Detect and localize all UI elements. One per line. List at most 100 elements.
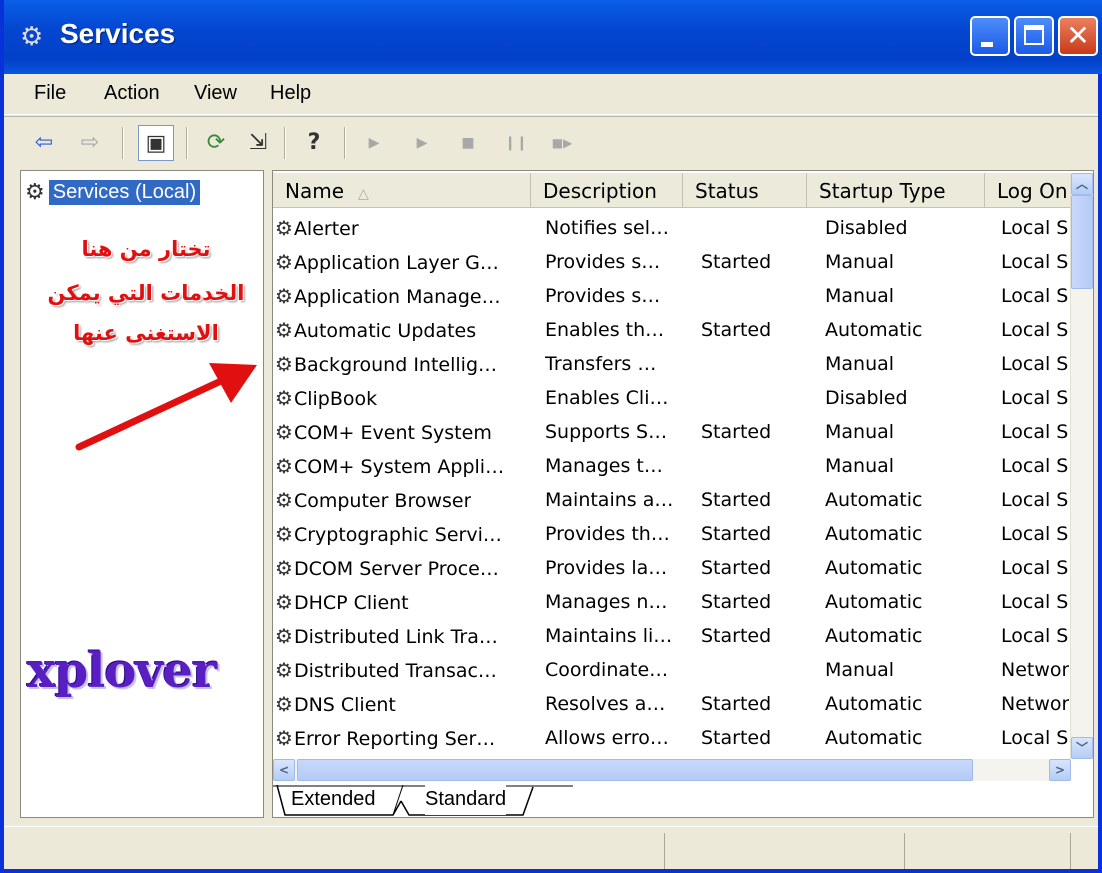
service-gear-icon: ⚙ [275,318,293,342]
row-description: Coordinate… [545,659,669,681]
refresh-button[interactable]: ⟳ [198,125,234,161]
restart-service-button[interactable]: ■▶ [544,125,580,161]
row-description: Transfers … [545,353,657,375]
column-header-description[interactable]: Description [531,173,683,207]
service-row[interactable]: ⚙Error Reporting Ser… Allows erro… Started… [273,721,1073,755]
scroll-left-button[interactable]: < [273,759,295,781]
row-description: Enables th… [545,319,665,341]
row-description: Allows erro… [545,727,669,749]
service-row[interactable]: ⚙Application Manage… Provides s… Manual Loc… [273,279,1073,313]
row-startup-type: Automatic [825,591,923,613]
row-startup-type: Automatic [825,319,923,341]
forward-button[interactable]: ⇨ [72,125,108,161]
service-row[interactable]: ⚙Alerter Notifies sel… Disabled Local S [273,211,1073,245]
row-description: Provides th… [545,523,670,545]
service-name-text: DHCP Client [293,592,409,614]
service-row[interactable]: ⚙DHCP Client Manages n… Started Automatic Lo… [273,585,1073,619]
content-area: ⚙ Services (Local) تختار من هنا الخدمات … [20,170,1094,818]
row-status: Started [701,251,772,273]
vertical-scrollbar[interactable]: ︿ ﹀ [1070,173,1093,759]
row-startup-type: Automatic [825,523,923,545]
toolbar-separator [344,127,346,159]
service-row[interactable]: ⚙COM+ Event System Supports S… Started Manu… [273,415,1073,449]
menu-help[interactable]: Help [270,82,311,105]
toolbar: ⇦ ⇨ ▣ ⟳ ⇲ ? ▶ ▶ ■ ❙❙ ■▶ [4,116,1098,171]
service-name-text: Computer Browser [293,490,472,512]
tab-standard[interactable]: Standard [425,785,507,815]
red-arrow-icon [75,363,257,451]
service-gear-icon: ⚙ [275,624,293,648]
row-log-on: Local S [1001,489,1069,511]
start-service-alt-button[interactable]: ▶ [404,125,440,161]
service-name-text: Cryptographic Servi… [293,524,502,546]
service-row[interactable]: ⚙DCOM Server Proce… Provides la… Started Au… [273,551,1073,585]
row-log-on: Local S [1001,353,1069,375]
tab-extended[interactable]: Extended [291,785,376,815]
row-description: Provides s… [545,285,661,307]
scroll-down-button[interactable]: ﹀ [1071,737,1093,759]
vertical-scroll-thumb[interactable] [1071,195,1093,289]
row-startup-type: Automatic [825,625,923,647]
column-header-label: Name [285,179,345,203]
row-startup-type: Manual [825,285,895,307]
scroll-right-button[interactable]: > [1049,759,1071,781]
toolbar-separator [284,127,286,159]
tree-item-services-local[interactable]: ⚙ Services (Local) [25,177,201,207]
row-status: Started [701,727,772,749]
column-header-name[interactable]: Name △ [273,173,531,207]
row-description: Maintains li… [545,625,673,647]
service-row[interactable]: ⚙Distributed Transac… Coordinate… Manual Ne… [273,653,1073,687]
menu-view[interactable]: View [194,82,237,105]
close-button[interactable]: ✕ [1058,16,1098,56]
row-status: Started [701,523,772,545]
column-header-startup-type[interactable]: Startup Type [807,173,985,207]
service-name-text: COM+ Event System [293,422,492,444]
pause-service-button[interactable]: ❙❙ [498,125,534,161]
row-log-on: Local S [1001,319,1069,341]
service-name-text: Automatic Updates [293,320,477,342]
row-status: Started [701,693,772,715]
column-header-status[interactable]: Status [683,173,807,207]
service-row[interactable]: ⚙DNS Client Resolves a… Started Automatic Ne… [273,687,1073,721]
export-list-button[interactable]: ⇲ [240,125,276,161]
row-startup-type: Automatic [825,693,923,715]
show-hide-console-tree-button[interactable]: ▣ [138,125,174,161]
service-row[interactable]: ⚙Automatic Updates Enables th… Started Auto… [273,313,1073,347]
title-bar[interactable]: ⚙ Services ✕ [4,0,1102,74]
stop-service-button[interactable]: ■ [450,125,486,161]
row-startup-type: Manual [825,251,895,273]
back-button[interactable]: ⇦ [26,125,62,161]
service-row[interactable]: ⚙Background Intellig… Transfers … Manual Lo… [273,347,1073,381]
row-log-on: Local S [1001,591,1069,613]
service-row[interactable]: ⚙Cryptographic Servi… Provides th… Started… [273,517,1073,551]
row-name: ⚙Alerter [275,211,359,245]
service-row[interactable]: ⚙ClipBook Enables Cli… Disabled Local S [273,381,1073,415]
scroll-up-button[interactable]: ︿ [1071,173,1093,195]
service-row[interactable]: ⚙Computer Browser Maintains a… Started Auto… [273,483,1073,517]
row-log-on: Local S [1001,455,1069,477]
service-gear-icon: ⚙ [275,522,293,546]
service-row[interactable]: ⚙COM+ System Appli… Manages t… Manual Local… [273,449,1073,483]
start-service-button[interactable]: ▶ [356,125,392,161]
maximize-button[interactable] [1014,16,1054,56]
horizontal-scroll-thumb[interactable] [297,759,973,781]
console-tree-pane: ⚙ Services (Local) تختار من هنا الخدمات … [20,170,264,818]
row-name: ⚙Cryptographic Servi… [275,517,502,551]
row-status: Started [701,591,772,613]
row-log-on: Local S [1001,251,1069,273]
horizontal-scrollbar[interactable]: < > [273,759,1071,781]
service-name-text: Application Layer G… [293,252,499,274]
menu-action[interactable]: Action [104,82,160,105]
minimize-button[interactable] [970,16,1010,56]
menu-file[interactable]: File [34,82,66,105]
service-gear-icon: ⚙ [275,352,293,376]
help-button[interactable]: ? [296,125,332,161]
row-startup-type: Automatic [825,727,923,749]
service-row[interactable]: ⚙Distributed Link Tra… Maintains li… Start… [273,619,1073,653]
service-name-text: Distributed Transac… [293,660,497,682]
service-gear-icon: ⚙ [275,726,293,750]
service-name-text: Distributed Link Tra… [293,626,498,648]
service-gear-icon: ⚙ [275,556,293,580]
service-row[interactable]: ⚙Application Layer G… Provides s… Started M… [273,245,1073,279]
chevron-down-icon: ﹀ [1075,741,1088,755]
